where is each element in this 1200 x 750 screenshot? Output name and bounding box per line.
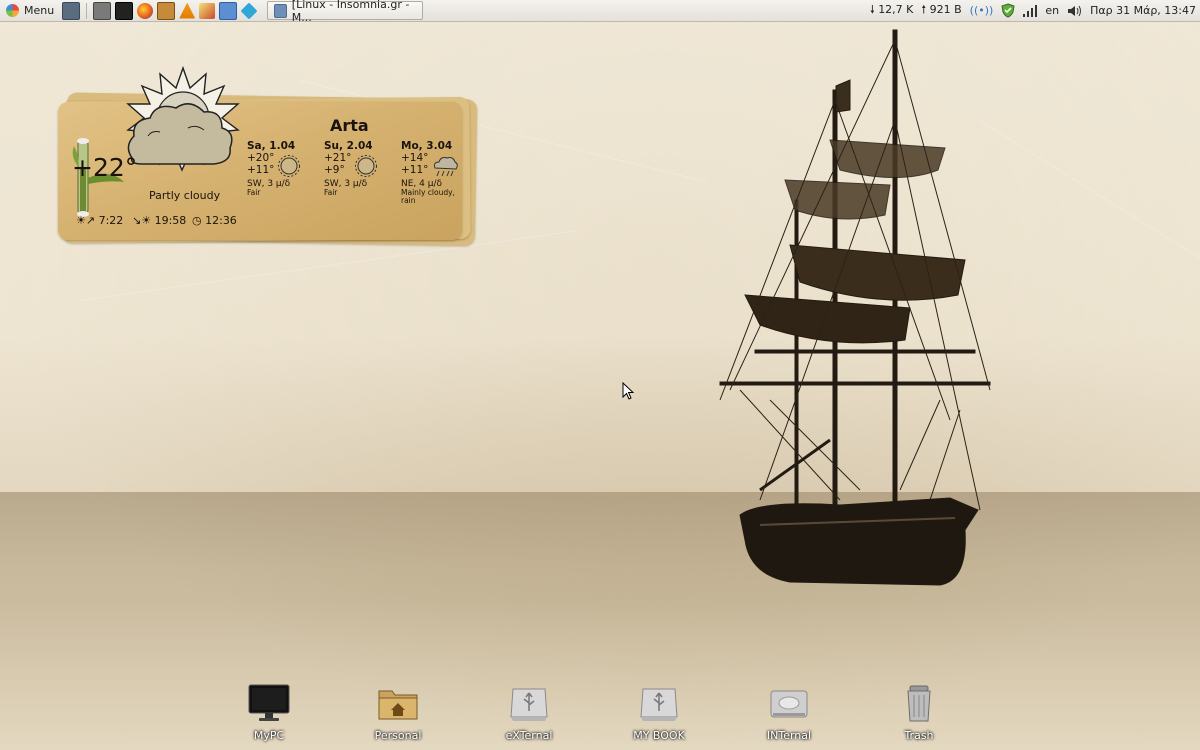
net-download: 🠗 12,7 K [869, 3, 914, 16]
image-viewer-icon[interactable] [199, 2, 216, 19]
forecast-date: Su, 2.04 [324, 140, 373, 152]
vlc-icon[interactable] [179, 2, 196, 19]
current-condition: Partly cloudy [149, 189, 221, 202]
forecast-date: Mo, 3.04 [401, 140, 453, 152]
rain-cloud-icon [434, 157, 458, 177]
desktop-icon-personal[interactable]: Personal [353, 683, 443, 742]
trash-icon [907, 685, 931, 722]
usb-drive-icon [640, 688, 678, 721]
firefox-icon[interactable] [137, 2, 154, 19]
desktop-icon-label: MY BOOK [633, 729, 685, 742]
panel-separator [86, 2, 88, 19]
sunset: ↘☀ 19:58 [132, 214, 187, 227]
weather-city: Arta [330, 116, 369, 135]
forecast-desc: Mainly cloudy, rain [401, 188, 455, 205]
menu-label: Menu [24, 4, 55, 17]
partly-cloudy-icon [126, 66, 240, 172]
net-upload: 🠕 921 B [921, 3, 962, 16]
usb-drive-icon [510, 688, 548, 721]
clock[interactable]: Παρ 31 Μάρ, 13:47 [1090, 4, 1196, 17]
shield-icon[interactable] [1001, 3, 1015, 18]
sunset-icon: ↘☀ [132, 214, 152, 227]
forecast-day: Mo, 3.04 +14° +11° NE, 4 μ/δ Mainly clou… [401, 140, 471, 205]
desktop-icon-mypc[interactable]: MyPC [224, 683, 314, 742]
desktop-icon-external[interactable]: eXTernal [484, 683, 574, 742]
forecast-day: Sa, 1.04 +20° +11° SW, 3 μ/δ Fair [247, 140, 317, 197]
home-folder-icon [378, 690, 418, 720]
taskbar-window-title: [Linux - Insomnia.gr - M... [291, 0, 410, 24]
signal-bars-icon[interactable] [1023, 4, 1038, 17]
monitor-icon [248, 684, 290, 721]
top-panel: Menu [Linux - Insomnia.gr - M... 🠗 12,7 … [0, 0, 1200, 24]
menu-logo-icon [6, 4, 19, 17]
terminal-icon[interactable] [115, 1, 134, 20]
desktop-icon-label: INTernal [766, 729, 812, 742]
sun-icon [355, 155, 377, 177]
desktop-icon-label: Personal [374, 729, 422, 742]
mouse-cursor-icon [622, 382, 634, 400]
desktop-icon-label: MyPC [253, 729, 285, 742]
upload-arrow-icon: 🠕 [921, 3, 927, 16]
volume-icon[interactable] [1067, 5, 1082, 17]
download-arrow-icon: 🠗 [869, 3, 875, 16]
sun-icon [278, 155, 300, 177]
forecast-day: Su, 2.04 +21° +9° SW, 3 μ/δ Fair [324, 140, 394, 197]
ship-wallpaper-image [719, 29, 991, 586]
hard-drive-icon [770, 690, 808, 718]
clock-icon: ◷ [192, 214, 202, 227]
desktop-icon-my-book[interactable]: MY BOOK [614, 683, 704, 742]
weather-widget[interactable]: Arta +22° Partly cloudy ☀↗ 7:22 ↘☀ 19:58… [58, 66, 478, 246]
window-app-icon [274, 3, 287, 18]
sunrise: ☀↗ 7:22 [76, 214, 124, 227]
file-manager-icon[interactable] [93, 1, 112, 20]
sea [0, 492, 1200, 750]
keyboard-layout[interactable]: en [1045, 4, 1059, 17]
system-tray: 🠗 12,7 K 🠕 921 B ((•)) en Παρ 31 Μάρ, 13… [870, 0, 1200, 21]
current-temperature: +22° [72, 153, 138, 182]
show-desktop-icon[interactable] [62, 1, 81, 20]
media-player-icon[interactable] [157, 1, 176, 20]
wireless-icon[interactable]: ((•)) [970, 4, 994, 17]
kodi-icon[interactable] [240, 2, 258, 19]
menu-button[interactable]: Menu [0, 0, 60, 21]
sunrise-icon: ☀↗ [76, 214, 96, 227]
day-length: ◷ 12:36 [192, 214, 237, 227]
desktop-icon-label: Trash [904, 729, 934, 742]
desktop-icon-label: eXTernal [505, 729, 553, 742]
desktop-icon-internal[interactable]: INTernal [744, 683, 834, 742]
forecast-desc: Fair [324, 188, 338, 197]
taskbar-window-button[interactable]: [Linux - Insomnia.gr - M... [267, 0, 424, 24]
forecast-date: Sa, 1.04 [247, 140, 296, 152]
network-icon[interactable] [219, 1, 238, 20]
forecast-desc: Fair [247, 188, 261, 197]
desktop-icon-trash[interactable]: Trash [874, 683, 964, 742]
